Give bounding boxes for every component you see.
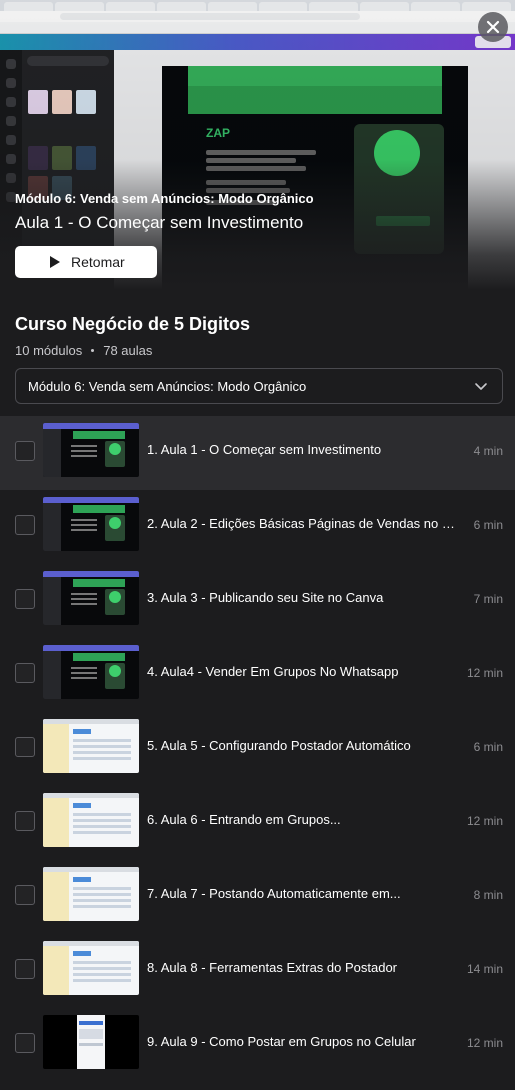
lesson-title: 8. Aula 8 - Ferramentas Extras do Postad… bbox=[147, 960, 398, 975]
lesson-duration: 8 min bbox=[473, 888, 503, 902]
lesson-thumbnail bbox=[43, 1015, 139, 1069]
lesson-checkbox[interactable] bbox=[15, 1033, 35, 1053]
lesson-row[interactable]: 1. Aula 1 - O Começar sem Investimento 4… bbox=[0, 416, 515, 490]
lesson-thumbnail bbox=[43, 719, 139, 773]
lesson-duration: 4 min bbox=[473, 444, 503, 458]
lessons-count: 78 aulas bbox=[103, 343, 153, 358]
lesson-duration: 12 min bbox=[466, 814, 503, 828]
lesson-title: 3. Aula 3 - Publicando seu Site no Canva bbox=[147, 590, 384, 605]
resume-button-label: Retomar bbox=[71, 254, 125, 270]
lesson-duration: 12 min bbox=[466, 1036, 503, 1050]
lesson-title: 6. Aula 6 - Entrando em Grupos... bbox=[147, 812, 341, 827]
close-icon bbox=[486, 20, 500, 34]
lesson-thumbnail bbox=[43, 497, 139, 551]
lesson-duration: 6 min bbox=[473, 518, 503, 532]
lesson-row[interactable]: 5. Aula 5 - Configurando Postador Automá… bbox=[0, 712, 515, 786]
lesson-list: 1. Aula 1 - O Começar sem Investimento 4… bbox=[0, 416, 515, 1082]
lesson-thumbnail bbox=[43, 867, 139, 921]
close-button[interactable] bbox=[478, 12, 508, 42]
hero-lesson-title: Aula 1 - O Começar sem Investimento bbox=[15, 213, 304, 232]
lesson-title: 9. Aula 9 - Como Postar em Grupos no Cel… bbox=[147, 1034, 416, 1049]
lesson-thumbnail bbox=[43, 941, 139, 995]
lesson-checkbox[interactable] bbox=[15, 663, 35, 683]
lesson-row[interactable]: 6. Aula 6 - Entrando em Grupos... 12 min bbox=[0, 786, 515, 860]
lesson-thumbnail bbox=[43, 793, 139, 847]
play-icon bbox=[50, 256, 60, 268]
lesson-row[interactable]: 4. Aula4 - Vender Em Grupos No Whatsapp … bbox=[0, 638, 515, 712]
lesson-title: 5. Aula 5 - Configurando Postador Automá… bbox=[147, 738, 411, 753]
course-meta: 10 módulos 78 aulas bbox=[15, 343, 152, 358]
lesson-row[interactable]: 7. Aula 7 - Postando Automaticamente em.… bbox=[0, 860, 515, 934]
lesson-checkbox[interactable] bbox=[15, 515, 35, 535]
resume-button[interactable]: Retomar bbox=[15, 246, 157, 278]
lesson-title: 1. Aula 1 - O Começar sem Investimento bbox=[147, 442, 382, 457]
chevron-down-icon bbox=[475, 383, 487, 390]
lesson-duration: 12 min bbox=[466, 666, 503, 680]
lesson-title: 2. Aula 2 - Edições Básicas Páginas de V… bbox=[147, 516, 462, 531]
lesson-checkbox[interactable] bbox=[15, 811, 35, 831]
modules-count: 10 módulos bbox=[15, 343, 83, 358]
module-select-dropdown[interactable]: Módulo 6: Venda sem Anúncios: Modo Orgân… bbox=[15, 368, 503, 404]
lesson-duration: 7 min bbox=[473, 592, 503, 606]
lesson-checkbox[interactable] bbox=[15, 959, 35, 979]
lesson-checkbox[interactable] bbox=[15, 737, 35, 757]
lesson-row[interactable]: 8. Aula 8 - Ferramentas Extras do Postad… bbox=[0, 934, 515, 1008]
lesson-row[interactable]: 9. Aula 9 - Como Postar em Grupos no Cel… bbox=[0, 1008, 515, 1082]
lesson-checkbox[interactable] bbox=[15, 441, 35, 461]
lesson-thumbnail bbox=[43, 645, 139, 699]
lesson-thumbnail bbox=[43, 571, 139, 625]
lesson-checkbox[interactable] bbox=[15, 589, 35, 609]
module-select-value: Módulo 6: Venda sem Anúncios: Modo Orgân… bbox=[28, 378, 307, 394]
lesson-row[interactable]: 3. Aula 3 - Publicando seu Site no Canva… bbox=[0, 564, 515, 638]
lesson-title: 4. Aula4 - Vender Em Grupos No Whatsapp bbox=[147, 664, 399, 679]
separator-dot bbox=[91, 349, 95, 352]
lesson-duration: 14 min bbox=[466, 962, 503, 976]
lesson-thumbnail bbox=[43, 423, 139, 477]
lesson-title: 7. Aula 7 - Postando Automaticamente em.… bbox=[147, 886, 401, 901]
lesson-duration: 6 min bbox=[473, 740, 503, 754]
hero-module-label: Módulo 6: Venda sem Anúncios: Modo Orgân… bbox=[15, 191, 314, 206]
lesson-row[interactable]: 2. Aula 2 - Edições Básicas Páginas de V… bbox=[0, 490, 515, 564]
lesson-checkbox[interactable] bbox=[15, 885, 35, 905]
course-title: Curso Negócio de 5 Digitos bbox=[15, 314, 251, 334]
